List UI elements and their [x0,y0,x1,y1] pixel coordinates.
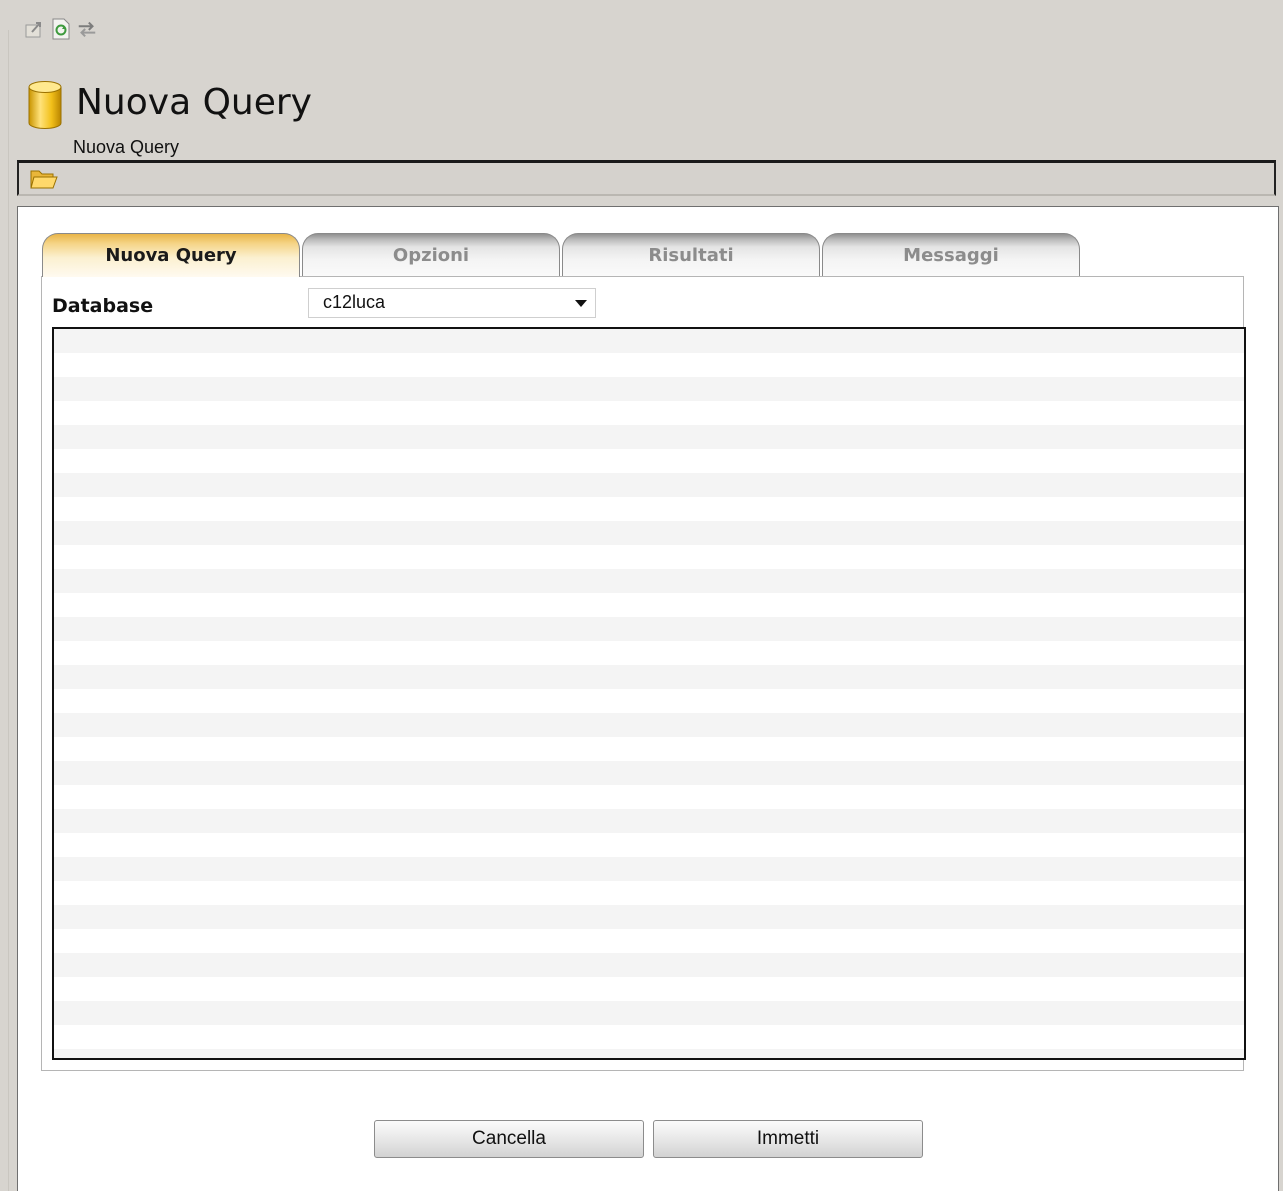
tab-label: Risultati [648,245,734,266]
query-panel: Nuova Query Opzioni Risultati Messaggi D… [17,206,1279,1191]
refresh-icon[interactable] [50,16,72,42]
tab-label: Nuova Query [105,245,237,266]
page-title: Nuova Query [76,82,312,123]
top-toolbar [24,14,98,44]
tab-label: Opzioni [392,245,470,266]
tab-risultati[interactable]: Risultati [562,233,820,277]
open-folder-icon[interactable] [29,167,59,191]
database-select[interactable]: c12luca [308,288,596,318]
database-select-value: c12luca [323,292,386,312]
tab-label: Messaggi [903,245,999,266]
breadcrumb: Nuova Query [73,137,180,157]
tab-opzioni[interactable]: Opzioni [302,233,560,277]
transfer-icon[interactable] [76,16,98,42]
submit-button[interactable]: Immetti [653,1120,923,1158]
cancel-button[interactable]: Cancella [374,1120,644,1158]
database-label: Database [52,295,154,317]
window-edge [8,30,9,1191]
tab-nuova-query[interactable]: Nuova Query [42,233,300,277]
query-editor[interactable] [52,327,1246,1060]
chevron-down-icon [575,300,587,307]
tab-messaggi[interactable]: Messaggi [822,233,1080,277]
tab-content: Database c12luca [41,276,1246,1071]
database-icon [27,80,63,130]
action-bar [17,160,1276,196]
export-icon[interactable] [24,16,46,42]
